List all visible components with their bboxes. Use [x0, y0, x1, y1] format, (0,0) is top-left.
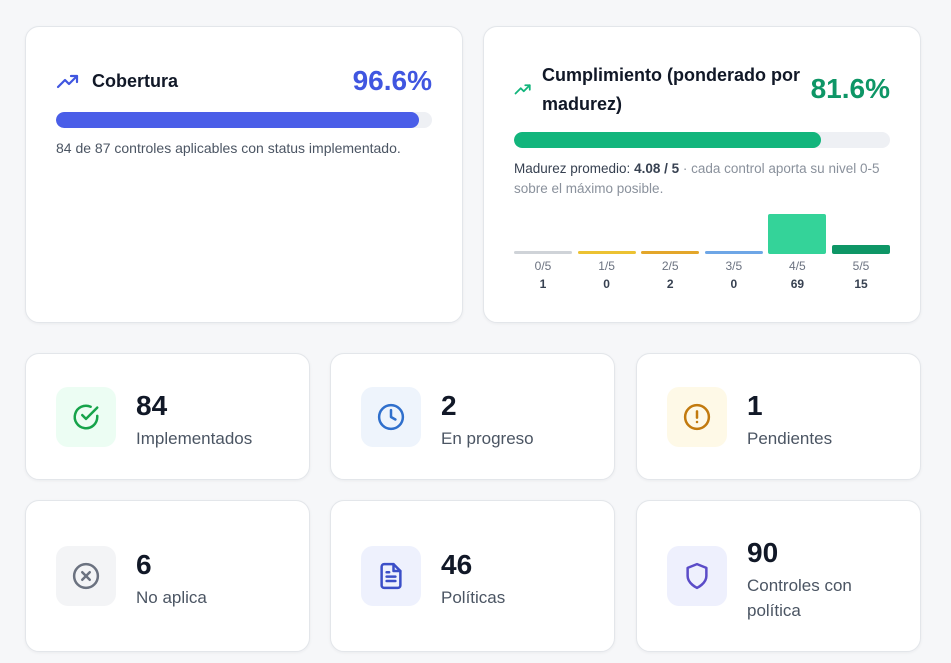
histogram-level-label: 4/5 — [789, 259, 806, 273]
compliance-percent: 81.6% — [810, 73, 890, 104]
stat-label: No aplica — [136, 588, 207, 607]
histogram-bar — [514, 251, 572, 254]
histogram-bar — [832, 245, 890, 254]
clock-icon — [377, 403, 405, 431]
compliance-title: Cumplimiento (ponderado por madurez) — [542, 65, 800, 114]
stat-value: 90 — [747, 537, 779, 568]
coverage-progress-bar — [56, 112, 432, 128]
trending-up-icon — [56, 74, 79, 89]
stat-card-pending: 1 Pendientes — [636, 353, 921, 480]
stat-card-controls-with-policy: 90 Controles con política — [636, 500, 921, 652]
histogram-bar — [577, 251, 636, 254]
coverage-header: Cobertura 96.6% — [56, 65, 432, 97]
stat-card-not-applicable: 6 No aplica — [25, 500, 310, 652]
histogram-column: 1/5 0 — [577, 203, 636, 293]
x-circle-icon — [72, 562, 100, 590]
histogram-level-label: 1/5 — [598, 259, 615, 273]
maturity-description: Madurez promedio: 4.08 / 5 · cada contro… — [514, 159, 884, 199]
maturity-average: 4.08 / 5 — [634, 161, 680, 176]
stat-card-in-progress: 2 En progreso — [330, 353, 615, 480]
stat-label: En progreso — [441, 429, 534, 448]
stat-icon-box — [667, 387, 727, 447]
stat-card-implemented: 84 Implementados — [25, 353, 310, 480]
stat-value: 1 — [747, 390, 763, 421]
maturity-histogram: 0/5 1 1/5 0 2/5 2 3/5 0 4/5 69 5/5 15 — [514, 203, 890, 293]
document-icon — [380, 562, 402, 590]
maturity-separator: · — [679, 161, 692, 176]
stat-label: Implementados — [136, 429, 253, 448]
stat-label: Controles con política — [747, 576, 852, 620]
compliance-card: Cumplimiento (ponderado por madurez) 81.… — [483, 26, 921, 323]
histogram-level-label: 3/5 — [725, 259, 743, 273]
histogram-count: 0 — [730, 277, 738, 291]
coverage-card: Cobertura 96.6% 84 de 87 controles aplic… — [25, 26, 463, 323]
stat-icon-box — [56, 387, 116, 447]
stat-value: 2 — [441, 390, 457, 421]
stat-label: Pendientes — [747, 429, 833, 448]
stat-label: Políticas — [441, 588, 506, 607]
histogram-bar — [704, 251, 763, 254]
histogram-level-label: 0/5 — [534, 259, 552, 273]
compliance-progress-fill — [514, 132, 821, 148]
histogram-level-label: 5/5 — [852, 259, 870, 273]
alert-circle-icon — [683, 403, 711, 431]
stat-icon-box — [56, 546, 116, 606]
maturity-prefix: Madurez promedio: — [514, 161, 635, 176]
histogram-bar — [768, 214, 827, 254]
coverage-percent: 96.6% — [352, 65, 432, 96]
coverage-progress-fill — [56, 112, 420, 128]
shield-icon — [686, 562, 708, 590]
coverage-title: Cobertura — [92, 71, 179, 91]
histogram-column: 0/5 1 — [514, 203, 572, 293]
histogram-count: 2 — [666, 277, 674, 291]
histogram-column: 5/5 15 — [832, 203, 890, 293]
histogram-bar — [641, 251, 700, 254]
histogram-count: 69 — [790, 277, 805, 291]
histogram-count: 1 — [539, 277, 547, 291]
stat-value: 84 — [136, 390, 168, 421]
stat-value: 6 — [136, 549, 152, 580]
check-circle-icon — [73, 404, 99, 430]
stat-card-policies: 46 Políticas — [330, 500, 615, 652]
histogram-count: 15 — [854, 277, 868, 291]
histogram-level-label: 2/5 — [661, 259, 679, 273]
histogram-count: 0 — [603, 277, 610, 291]
stat-icon-box — [361, 387, 421, 447]
trending-up-icon — [514, 84, 531, 95]
histogram-column: 2/5 2 — [641, 203, 700, 293]
histogram-column: 4/5 69 — [768, 203, 827, 293]
compliance-progress-bar — [514, 132, 890, 148]
coverage-description: 84 de 87 controles aplicables con status… — [56, 140, 401, 156]
histogram-column: 3/5 0 — [704, 203, 763, 293]
stat-icon-box — [361, 546, 421, 606]
stat-icon-box — [667, 546, 727, 606]
stat-value: 46 — [441, 549, 473, 580]
